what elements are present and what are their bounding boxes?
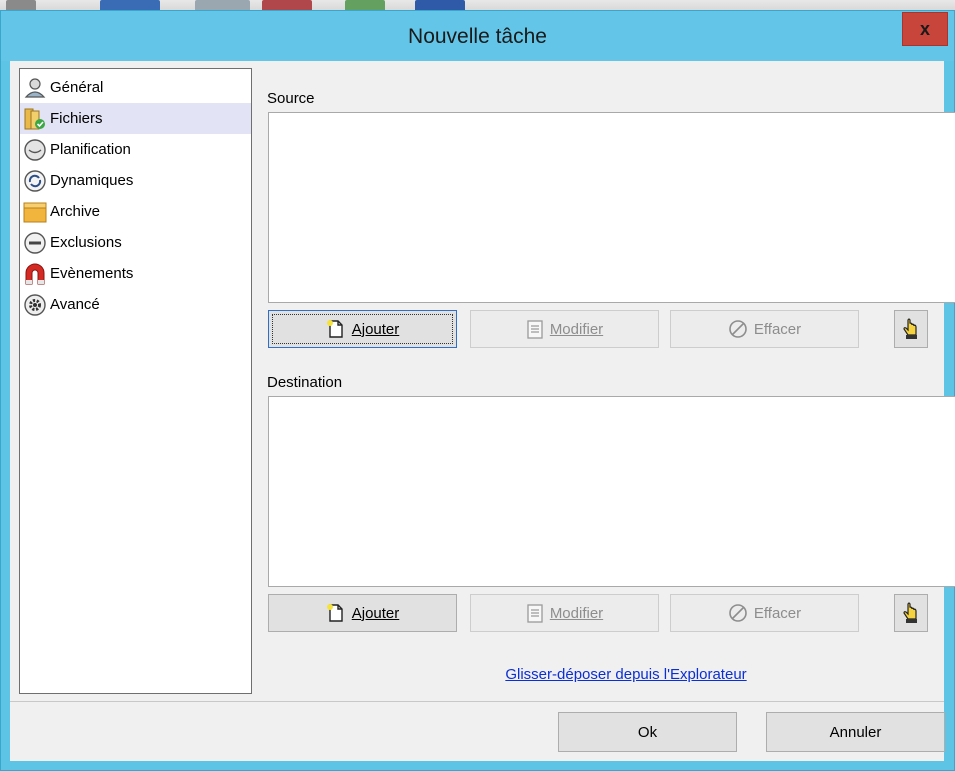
new-file-icon xyxy=(326,604,343,622)
sidebar-item-label: Evènements xyxy=(50,265,134,282)
sidebar-item-archive[interactable]: Archive xyxy=(20,196,251,227)
destination-add-button[interactable]: Ajouter xyxy=(268,594,457,632)
destination-list[interactable] xyxy=(268,396,955,587)
destination-modify-label: Modifier xyxy=(549,604,604,622)
sidebar-item-label: Fichiers xyxy=(50,110,103,127)
ok-label: Ok xyxy=(637,723,658,741)
task-dialog: Nouvelle tâche x Général Fichiers Planif… xyxy=(0,10,955,771)
sync-icon xyxy=(24,169,46,192)
files-icon xyxy=(24,108,45,129)
magnet-icon xyxy=(25,263,45,284)
sidebar-item-label: Planification xyxy=(50,141,131,158)
source-label: Source xyxy=(267,90,315,107)
destination-delete-button[interactable]: Effacer xyxy=(670,594,859,632)
destination-label: Destination xyxy=(267,374,343,391)
dialog-title: Nouvelle tâche xyxy=(408,25,547,48)
source-modify-button[interactable]: Modifier xyxy=(470,310,659,348)
sidebar-item-events[interactable]: Evènements xyxy=(20,258,251,289)
gear-icon xyxy=(24,293,46,316)
source-delete-label: Effacer xyxy=(753,320,802,338)
hand-pointer-icon xyxy=(903,602,917,623)
source-add-button[interactable]: Ajouter xyxy=(268,310,457,348)
source-delete-button[interactable]: Effacer xyxy=(670,310,859,348)
title-bar[interactable]: Nouvelle tâche x xyxy=(1,11,954,61)
prohibit-icon xyxy=(729,604,747,622)
sidebar-item-label: Général xyxy=(50,79,104,96)
hand-pointer-icon xyxy=(903,318,917,339)
source-drag-button[interactable] xyxy=(894,310,928,348)
prohibit-icon xyxy=(729,320,747,338)
cancel-label: Annuler xyxy=(829,723,882,741)
category-sidebar: Général Fichiers Planification Dynamique… xyxy=(19,68,252,694)
cancel-button[interactable]: Annuler xyxy=(766,712,945,752)
sidebar-item-label: Exclusions xyxy=(50,234,122,251)
footer-divider xyxy=(10,701,944,702)
source-list[interactable] xyxy=(268,112,955,303)
clock-icon xyxy=(24,138,46,161)
notepad-icon xyxy=(527,604,543,623)
sidebar-item-label: Archive xyxy=(50,203,101,220)
sidebar-item-dynamics[interactable]: Dynamiques xyxy=(20,165,251,196)
ok-button[interactable]: Ok xyxy=(558,712,737,752)
sidebar-item-label: Avancé xyxy=(50,296,100,313)
close-button[interactable]: x xyxy=(902,12,948,46)
sidebar-item-advanced[interactable]: Avancé xyxy=(20,289,251,320)
source-modify-label: Modifier xyxy=(549,320,604,338)
destination-delete-label: Effacer xyxy=(753,604,802,622)
exclusion-icon xyxy=(24,231,46,254)
destination-add-label: Ajouter xyxy=(351,604,400,622)
sidebar-item-label: Dynamiques xyxy=(50,172,134,189)
close-icon: x xyxy=(919,18,930,39)
notepad-icon xyxy=(527,320,543,339)
new-file-icon xyxy=(326,320,343,338)
archive-icon xyxy=(23,202,47,222)
sidebar-item-general[interactable]: Général xyxy=(20,72,251,103)
sidebar-item-exclusions[interactable]: Exclusions xyxy=(20,227,251,258)
user-icon xyxy=(24,77,46,98)
drag-drop-explorer-link[interactable]: Glisser-déposer depuis l'Explorateur xyxy=(268,666,955,683)
sidebar-item-files[interactable]: Fichiers xyxy=(20,103,251,134)
dialog-client-area: Général Fichiers Planification Dynamique… xyxy=(10,61,955,761)
sidebar-item-scheduling[interactable]: Planification xyxy=(20,134,251,165)
destination-drag-button[interactable] xyxy=(894,594,928,632)
source-add-label: Ajouter xyxy=(351,320,400,338)
destination-modify-button[interactable]: Modifier xyxy=(470,594,659,632)
